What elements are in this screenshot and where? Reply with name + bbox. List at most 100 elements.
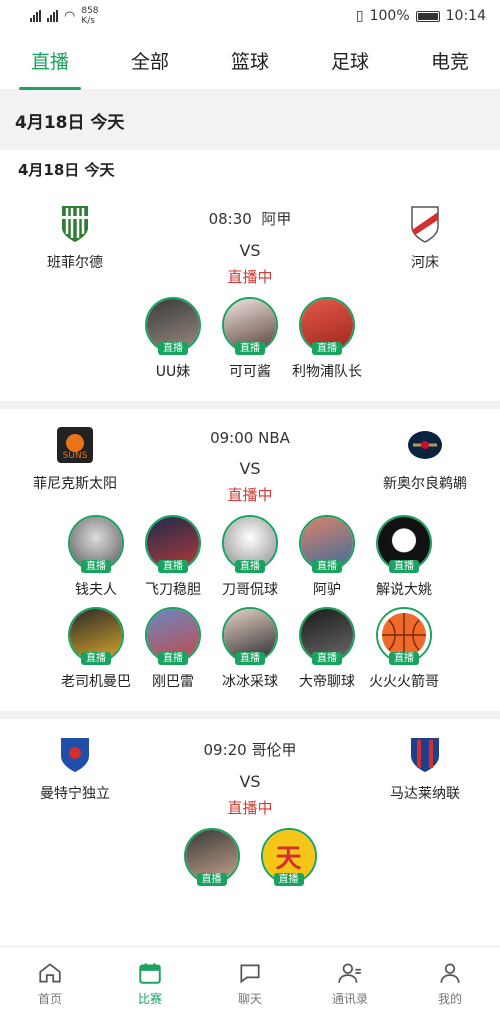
anchor-name: UU妹	[155, 364, 191, 380]
anchor-item[interactable]: 直播	[173, 828, 250, 886]
home-team[interactable]: 曼特宁独立	[0, 733, 150, 818]
team-name: 马达莱纳联	[390, 786, 460, 802]
match-card[interactable]: SUNS 菲尼克斯太阳 09:00 NBA VS 直播中 新奥尔良鹈鹕 直播 钱…	[0, 409, 500, 719]
home-team[interactable]: SUNS 菲尼克斯太阳	[0, 423, 150, 505]
live-badge: 直播	[273, 873, 304, 886]
battery-percent: 100%	[369, 8, 410, 24]
net-speed-unit: K/s	[81, 16, 95, 26]
signal-icon	[30, 10, 41, 22]
anchor-list: 直播 天直播	[0, 818, 500, 904]
team-logo-icon	[53, 202, 97, 246]
anchor-item[interactable]: 直播 刀哥侃球	[212, 515, 289, 599]
category-tabs: 直播 全部 篮球 足球 电竞	[0, 32, 500, 90]
date-band: 4月18日 今天 4月18日 今天	[0, 90, 500, 188]
team-name: 班菲尔德	[47, 255, 103, 271]
anchor-item[interactable]: 直播 刚巴雷	[135, 607, 212, 691]
contacts-icon	[338, 963, 361, 983]
status-bar: ◠ 858 K/s ▯ 100% 10:14	[0, 0, 500, 32]
match-time: 09:00 NBA	[150, 429, 350, 447]
league-name: NBA	[258, 429, 290, 447]
status-right: ▯ 100% 10:14	[356, 8, 486, 24]
anchor-name: 解说大姚	[376, 582, 432, 598]
calendar-icon	[139, 963, 161, 984]
nav-contacts[interactable]: 通讯录	[310, 960, 390, 1007]
live-badge: 直播	[235, 652, 265, 665]
team-name: 河床	[411, 255, 439, 271]
anchor-name: 大帝聊球	[299, 674, 355, 690]
time-value: 08:30	[208, 210, 252, 228]
live-badge: 直播	[196, 873, 227, 886]
home-team[interactable]: 班菲尔德	[0, 202, 150, 287]
live-badge: 直播	[312, 342, 342, 355]
date-header: 4月18日 今天	[15, 112, 125, 133]
anchor-name: 可可酱	[229, 364, 271, 380]
nav-label: 聊天	[237, 992, 262, 1006]
anchor-item[interactable]: 直播 可可酱	[212, 297, 289, 381]
match-card[interactable]: 曼特宁独立 09:20 哥伦甲 VS 直播中 马达莱纳联 直播 天直播	[0, 719, 500, 904]
signal-icon	[47, 10, 58, 22]
tab-basketball[interactable]: 篮球	[225, 32, 275, 90]
anchor-item[interactable]: 直播 老司机曼巴	[58, 607, 135, 691]
anchor-item[interactable]: 直播 飞刀稳胆	[135, 515, 212, 599]
anchor-name: 刚巴雷	[152, 674, 194, 690]
live-badge: 直播	[158, 560, 188, 573]
anchor-list: 直播 UU妹 直播 可可酱 直播 利物浦队长	[0, 287, 500, 401]
tab-football[interactable]: 足球	[325, 32, 375, 90]
match-time: 08:30 阿甲	[150, 208, 350, 229]
svg-text:SUNS: SUNS	[63, 451, 88, 461]
nav-label: 比赛	[137, 992, 162, 1006]
anchor-item[interactable]: 直播 火火火箭哥	[366, 607, 443, 691]
anchor-name: 飞刀稳胆	[145, 582, 201, 598]
anchor-item[interactable]: 直播 阿驴	[289, 515, 366, 599]
anchor-item[interactable]: 天直播	[250, 828, 327, 886]
anchor-item[interactable]: 直播 冰冰采球	[212, 607, 289, 691]
battery-icon	[415, 10, 440, 22]
live-badge: 直播	[235, 560, 265, 573]
nav-profile[interactable]: 我的	[410, 960, 490, 1007]
anchor-name: 钱夫人	[75, 582, 117, 598]
match-card[interactable]: 班菲尔德 08:30 阿甲 VS 直播中 河床 直播 UU妹 直播 可可酱 直播…	[0, 188, 500, 409]
date-subheader: 4月18日 今天	[0, 150, 500, 188]
team-name: 菲尼克斯太阳	[33, 476, 117, 492]
anchor-item[interactable]: 直播 钱夫人	[58, 515, 135, 599]
league-name: 阿甲	[261, 210, 292, 228]
live-badge: 直播	[312, 560, 342, 573]
nav-chat[interactable]: 聊天	[210, 960, 290, 1007]
away-team[interactable]: 新奥尔良鹈鹕	[350, 423, 500, 505]
live-status: 直播中	[227, 799, 273, 817]
live-badge: 直播	[235, 342, 265, 355]
away-team[interactable]: 马达莱纳联	[350, 733, 500, 818]
anchor-item[interactable]: 直播 利物浦队长	[289, 297, 366, 381]
nav-label: 通讯录	[331, 992, 368, 1006]
team-logo-icon	[403, 423, 447, 467]
live-status: 直播中	[227, 486, 273, 504]
tab-live[interactable]: 直播	[18, 32, 82, 90]
live-badge: 直播	[158, 652, 188, 665]
anchor-item[interactable]: 直播 解说大姚	[366, 515, 443, 599]
clock: 10:14	[445, 8, 486, 24]
live-badge: 直播	[158, 342, 188, 355]
team-logo-icon	[403, 733, 447, 777]
live-badge: 直播	[81, 560, 111, 573]
live-status: 直播中	[227, 268, 273, 286]
anchor-name: 老司机曼巴	[61, 674, 131, 690]
anchor-name: 火火火箭哥	[369, 674, 439, 690]
time-value: 09:20	[203, 741, 247, 759]
away-team[interactable]: 河床	[350, 202, 500, 287]
vs-label: VS	[239, 772, 261, 791]
anchor-item[interactable]: 直播 UU妹	[135, 297, 212, 381]
nav-matches[interactable]: 比赛	[110, 960, 190, 1007]
league-name: 哥伦甲	[251, 741, 297, 759]
tab-esports[interactable]: 电竞	[425, 32, 475, 90]
net-speed: 858 K/s	[81, 6, 98, 26]
tab-all[interactable]: 全部	[125, 32, 175, 90]
anchor-name: 刀哥侃球	[222, 582, 278, 598]
vs-label: VS	[239, 241, 261, 260]
net-speed-value: 858	[81, 6, 99, 16]
anchor-list: 直播 钱夫人 直播 飞刀稳胆 直播 刀哥侃球 直播 阿驴 直播 解说大姚 直播 …	[0, 505, 500, 711]
nav-home[interactable]: 首页	[10, 960, 90, 1007]
vs-label: VS	[239, 459, 261, 478]
live-badge: 直播	[389, 652, 419, 665]
anchor-item[interactable]: 直播 大帝聊球	[289, 607, 366, 691]
nav-label: 我的	[437, 992, 462, 1006]
